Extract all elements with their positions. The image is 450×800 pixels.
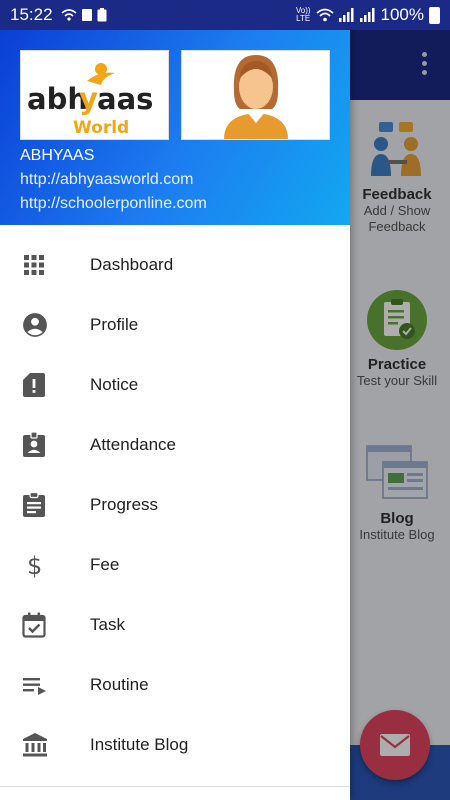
user-avatar-icon — [224, 55, 288, 139]
svg-text:y: y — [79, 82, 98, 116]
storage-icon — [81, 9, 92, 21]
account-circle-icon — [23, 313, 47, 337]
status-system-icons: Vo)) LTE 100% — [296, 5, 440, 25]
menu-item-routine[interactable]: Routine — [0, 655, 350, 715]
wifi-icon — [315, 8, 334, 22]
signal-icon — [338, 8, 354, 22]
menu-item-progress[interactable]: Progress — [0, 475, 350, 535]
menu-item-fee[interactable]: $ Fee — [0, 535, 350, 595]
menu-item-label: Institute Blog — [90, 735, 189, 754]
drawer-divider — [0, 786, 350, 787]
drawer-header: abh y aas World ABHYAAS http://abhyaaswo… — [0, 30, 350, 225]
playlist-icon — [23, 678, 46, 695]
dollar-icon: $ — [27, 552, 42, 578]
grid-icon — [24, 255, 44, 275]
clipboard-small-icon — [97, 8, 107, 22]
status-notification-icons — [61, 8, 107, 22]
volte-indicator: Vo)) LTE — [295, 6, 311, 23]
status-time: 15:22 — [10, 5, 53, 24]
menu-item-label: Profile — [90, 315, 139, 334]
menu-item-task[interactable]: Task — [0, 595, 350, 655]
menu-item-label: Fee — [90, 555, 120, 574]
wifi-call-icon — [61, 9, 77, 21]
website-link-1[interactable]: http://abhyaasworld.com — [20, 171, 193, 189]
menu-item-dashboard[interactable]: Dashboard — [0, 235, 350, 295]
menu-item-label: Notice — [90, 375, 139, 394]
clipboard-icon — [23, 492, 45, 517]
institute-logo: abh y aas World — [20, 50, 169, 140]
menu-item-attendance[interactable]: Attendance — [0, 415, 350, 475]
bank-icon — [23, 733, 47, 757]
menu-item-institute-blog[interactable]: Institute Blog — [0, 715, 350, 775]
svg-text:$: $ — [27, 552, 42, 578]
menu-item-label: Dashboard — [90, 255, 174, 274]
menu-item-profile[interactable]: Profile — [0, 295, 350, 355]
signal-2-icon — [359, 8, 375, 22]
battery-icon — [429, 6, 440, 24]
notice-icon — [23, 373, 45, 397]
institute-name: ABHYAAS — [20, 147, 95, 164]
svg-text:World: World — [73, 118, 129, 138]
status-bar: 15:22 Vo)) LTE 100% — [0, 0, 450, 30]
svg-text:aas: aas — [97, 82, 153, 116]
menu-item-notice[interactable]: Notice — [0, 355, 350, 415]
menu-item-label: Task — [90, 615, 125, 634]
menu-item-label: Routine — [90, 675, 149, 694]
menu-item-label: Attendance — [90, 435, 177, 454]
avatar[interactable] — [181, 50, 330, 140]
battery-percent: 100% — [380, 5, 424, 24]
badge-icon — [23, 432, 45, 457]
website-link-2[interactable]: http://schoolerponline.com — [20, 195, 207, 213]
menu-item-label: Progress — [90, 495, 159, 514]
drawer-menu: Dashboard Profile Notice Attendance Prog… — [0, 235, 350, 775]
navigation-drawer: abh y aas World ABHYAAS http://abhyaaswo… — [0, 0, 350, 800]
calendar-check-icon — [22, 612, 46, 638]
